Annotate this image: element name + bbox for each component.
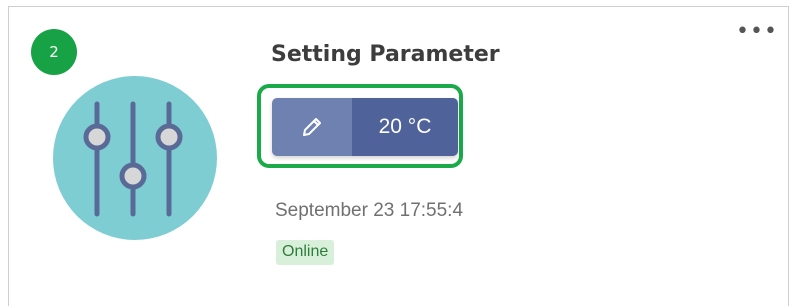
- more-options-button[interactable]: •••: [736, 21, 777, 51]
- step-number-badge: 2: [31, 29, 77, 75]
- status-badge: Online: [276, 240, 335, 265]
- card-title: Setting Parameter: [271, 42, 500, 67]
- timestamp: September 23 17:55:4: [275, 200, 464, 221]
- edit-parameter-button[interactable]: [272, 98, 352, 156]
- pencil-icon: [303, 118, 321, 136]
- parameter-value: 20 °C: [378, 115, 432, 138]
- step-number: 2: [49, 43, 59, 61]
- sliders-icon: [83, 101, 183, 217]
- avatar: [53, 76, 217, 240]
- parameter-control: 20 °C: [272, 98, 458, 156]
- parameter-value-field[interactable]: 20 °C: [352, 98, 458, 156]
- more-horizontal-icon: •••: [736, 19, 778, 44]
